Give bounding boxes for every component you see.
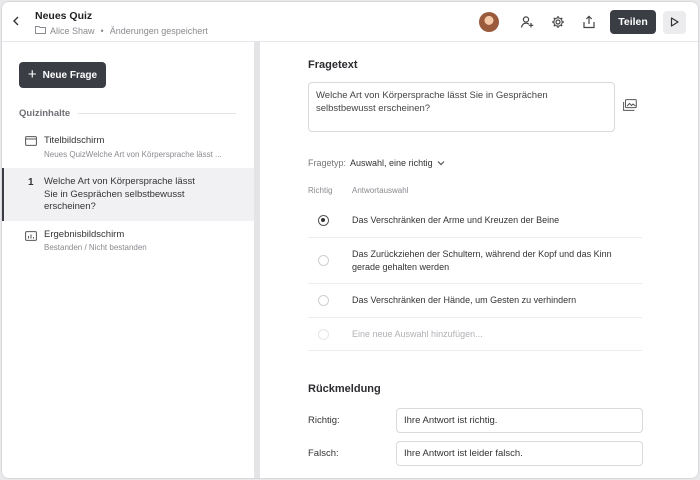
answer-row: Das Verschränken der Arme und Kreuzen de… xyxy=(308,204,642,238)
image-icon[interactable] xyxy=(623,99,639,115)
correct-radio[interactable] xyxy=(318,295,329,306)
share-button[interactable]: Teilen xyxy=(610,10,656,34)
top-bar: Neues Quiz Alice Shaw • Änderungen gespe… xyxy=(2,2,698,42)
header-actions: Teilen xyxy=(479,10,686,34)
correct-radio[interactable] xyxy=(318,255,329,266)
add-answer-row: Eine neue Auswahl hinzufügen... xyxy=(308,318,642,351)
chart-icon xyxy=(25,230,37,244)
question-text-input[interactable]: Welche Art von Körpersprache lässt Sie i… xyxy=(308,82,615,132)
sidebar-item-label: Titelbildschirm xyxy=(44,135,105,146)
sidebar-item-result-screen[interactable]: Ergebnisbildschirm Bestanden / Nicht bes… xyxy=(2,225,254,261)
new-question-button[interactable]: + Neue Frage xyxy=(19,62,106,88)
sidebar-item-question-1[interactable]: 1 Welche Art von Körpersprache lässt Sie… xyxy=(2,168,254,221)
correct-radio[interactable] xyxy=(318,215,329,226)
answer-row: Das Zurückziehen der Schultern, während … xyxy=(308,238,642,284)
folder-icon xyxy=(35,25,46,36)
question-editor: Fragetext Welche Art von Körpersprache l… xyxy=(260,42,698,478)
sidebar-item-label: Welche Art von Körpersprache lässt Sie i… xyxy=(44,176,195,212)
section-divider xyxy=(78,113,236,114)
answer-text[interactable]: Das Verschränken der Hände, um Gesten zu… xyxy=(352,294,612,307)
question-type-value[interactable]: Auswahl, eine richtig xyxy=(350,158,433,168)
question-type-label: Fragetyp: xyxy=(308,158,347,168)
section-label: Quizinhalte xyxy=(19,108,71,119)
answer-text[interactable]: Das Verschränken der Arme und Kreuzen de… xyxy=(352,214,612,227)
plus-icon: + xyxy=(27,66,37,83)
feedback-wrong-label: Falsch: xyxy=(308,448,339,459)
chevron-down-icon[interactable] xyxy=(437,158,445,168)
window-icon xyxy=(25,135,37,149)
sidebar-item-title-screen[interactable]: Titelbildschirm Neues QuizWelche Art von… xyxy=(2,128,254,168)
question-type-selector[interactable]: Fragetyp: Auswahl, eine richtig xyxy=(308,158,445,168)
save-status: Änderungen gespeichert xyxy=(109,25,208,36)
avatar[interactable] xyxy=(479,12,499,32)
question-text-heading: Fragetext xyxy=(308,59,358,71)
app-window: Neues Quiz Alice Shaw • Änderungen gespe… xyxy=(1,1,699,479)
sidebar-item-label: Ergebnisbildschirm xyxy=(44,229,125,240)
feedback-wrong-input[interactable]: Ihre Antwort ist leider falsch. xyxy=(396,441,643,466)
new-question-label: Neue Frage xyxy=(42,69,98,81)
quiz-meta: Alice Shaw • Änderungen gespeichert xyxy=(35,25,208,36)
back-icon[interactable] xyxy=(8,12,24,30)
sidebar: + Neue Frage Quizinhalte Titelbildschirm… xyxy=(2,42,254,478)
question-number: 1 xyxy=(28,177,34,188)
feedback-correct-label: Richtig: xyxy=(308,415,340,426)
play-icon xyxy=(670,17,679,27)
correct-radio xyxy=(318,329,329,340)
add-answer-input[interactable]: Eine neue Auswahl hinzufügen... xyxy=(352,328,612,341)
gear-icon[interactable] xyxy=(546,10,570,34)
answer-text[interactable]: Das Zurückziehen der Schultern, während … xyxy=(352,248,614,274)
share-upload-icon[interactable] xyxy=(577,10,601,34)
author-name: Alice Shaw xyxy=(50,25,95,36)
sidebar-item-desc: Neues QuizWelche Art von Körpersprache l… xyxy=(44,150,222,159)
sidebar-item-desc: Bestanden / Nicht bestanden xyxy=(44,243,147,252)
meta-separator: • xyxy=(100,25,104,36)
feedback-heading: Rückmeldung xyxy=(308,383,381,395)
quiz-title[interactable]: Neues Quiz xyxy=(35,10,92,22)
column-header-correct: Richtig xyxy=(308,186,333,195)
preview-play-button[interactable] xyxy=(663,10,686,34)
answer-row: Das Verschränken der Hände, um Gesten zu… xyxy=(308,284,642,318)
add-user-icon[interactable] xyxy=(515,10,539,34)
column-header-answers: Antwortauswahl xyxy=(352,186,409,195)
feedback-correct-input[interactable]: Ihre Antwort ist richtig. xyxy=(396,408,643,433)
